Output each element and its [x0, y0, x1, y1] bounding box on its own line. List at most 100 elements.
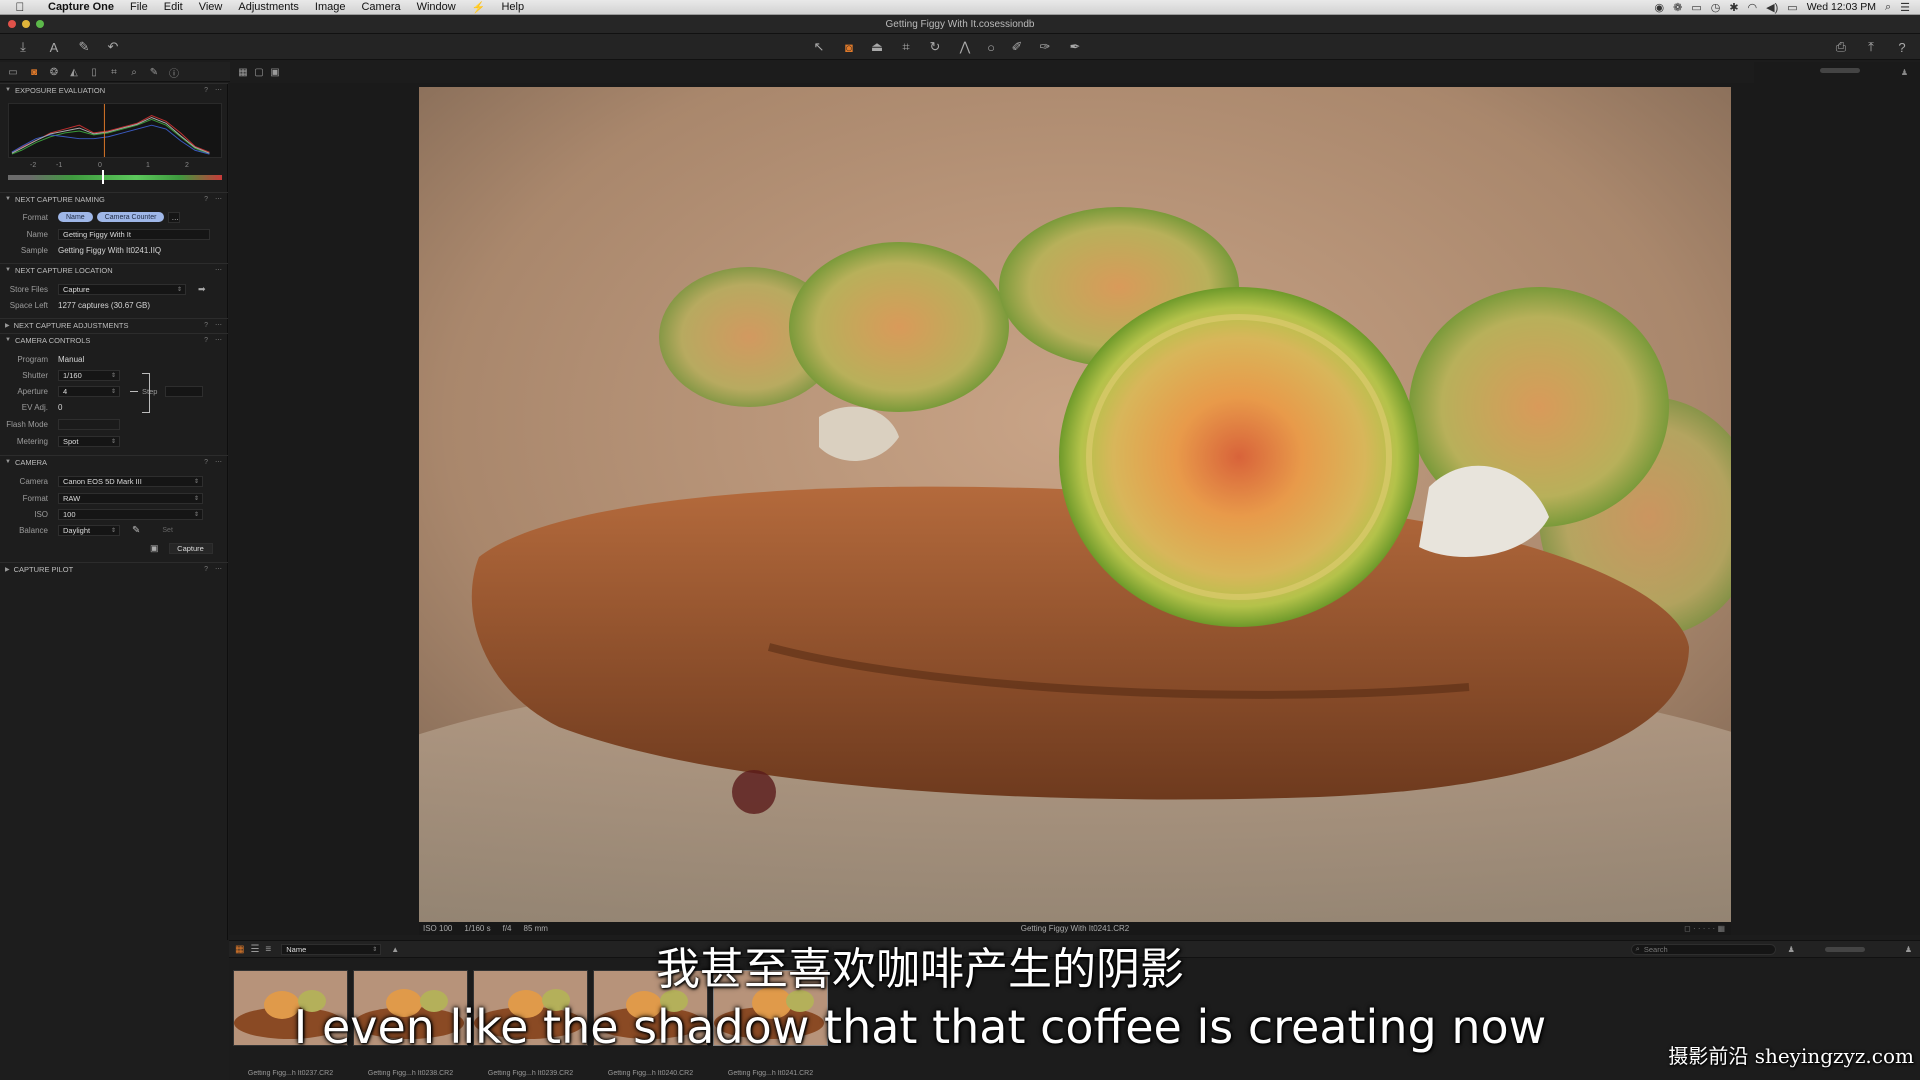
bluetooth-icon[interactable]: ✱ [1729, 1, 1738, 14]
zoom-window-icon[interactable] [36, 20, 44, 28]
print-icon[interactable]: ⎙ [1832, 38, 1850, 56]
user-icon[interactable]: ♟ [1901, 68, 1908, 77]
volume-icon[interactable]: ◀) [1766, 1, 1778, 14]
collapse-triangle-icon[interactable]: ▼ [5, 87, 11, 93]
metering-select[interactable]: Spot ⇕ [58, 435, 120, 447]
main-photo[interactable] [419, 87, 1731, 922]
more-icon[interactable]: ⋯ [215, 321, 222, 329]
white-balance-select[interactable]: Daylight ⇕ [58, 524, 120, 536]
next-capture-naming-header[interactable]: ▼ NEXT CAPTURE NAMING ? ⋯ [0, 192, 228, 205]
text-tool-icon[interactable]: A [45, 38, 63, 56]
status-icon[interactable]: ◉ [1654, 1, 1664, 14]
more-icon[interactable]: ⋯ [215, 86, 222, 94]
more-icon[interactable]: ⋯ [215, 458, 222, 466]
viewer-options-icon[interactable]: ◻ · · · · · ▦ [1684, 924, 1725, 933]
store-files-select[interactable]: Capture ⇕ [58, 283, 186, 295]
next-capture-location-header[interactable]: ▼ NEXT CAPTURE LOCATION ⋯ [0, 263, 228, 276]
menu-window[interactable]: Window [409, 1, 464, 13]
camera-counter-token[interactable]: Camera Counter [96, 212, 165, 222]
aperture-select[interactable]: 4 ⇕ [58, 385, 120, 397]
expand-triangle-icon[interactable]: ▶ [5, 566, 10, 573]
picker-tool-icon[interactable]: ✒ [1066, 38, 1084, 56]
select-cursor-icon[interactable]: ↖ [810, 38, 828, 56]
help-icon[interactable]: ? [204, 459, 208, 466]
camera-select[interactable]: Canon EOS 5D Mark III ⇕ [58, 475, 203, 487]
more-icon[interactable]: ⋯ [215, 266, 222, 274]
minimize-window-icon[interactable] [22, 20, 30, 28]
menu-file[interactable]: File [122, 1, 156, 13]
time-machine-icon[interactable]: ◷ [1711, 1, 1721, 14]
notification-center-icon[interactable]: ☰ [1900, 1, 1910, 14]
color-tab-icon[interactable]: ❂ [47, 65, 61, 79]
camera-format-select[interactable]: RAW ⇕ [58, 492, 203, 504]
help-icon[interactable]: ? [204, 196, 208, 203]
battery-icon[interactable]: ▭ [1787, 1, 1797, 14]
menu-edit[interactable]: Edit [156, 1, 191, 13]
apple-icon[interactable]:  [0, 0, 40, 14]
expand-triangle-icon[interactable]: ▶ [5, 322, 10, 329]
more-icon[interactable]: ⋯ [215, 565, 222, 573]
menu-scripts[interactable]: ⚡ [464, 1, 494, 14]
help-icon[interactable]: ? [204, 322, 208, 329]
format-edit-button[interactable]: … [168, 211, 181, 223]
erase-mask-icon[interactable]: ✑ [1036, 38, 1054, 56]
eyedropper-icon[interactable]: ✎ [132, 525, 140, 536]
single-view-icon[interactable]: ▢ [252, 65, 266, 79]
spot-removal-icon[interactable]: ○ [982, 38, 1000, 56]
composition-tab-icon[interactable]: ⌗ [107, 65, 121, 79]
menu-app-name[interactable]: Capture One [40, 1, 122, 13]
zoom-slider[interactable] [1820, 68, 1860, 73]
menu-camera[interactable]: Camera [353, 1, 408, 13]
help-icon[interactable]: ? [204, 87, 208, 94]
collapse-triangle-icon[interactable]: ▼ [5, 337, 11, 343]
keystone-tool-icon[interactable]: ⋀ [956, 38, 974, 56]
exposure-tab-icon[interactable]: ◭ [67, 65, 81, 79]
more-icon[interactable]: ⋯ [215, 195, 222, 203]
folder-arrow-icon[interactable]: ➡ [198, 284, 206, 295]
sync-icon[interactable]: ❁ [1673, 1, 1682, 14]
iso-select[interactable]: 100 ⇕ [58, 508, 203, 520]
menu-clock[interactable]: Wed 12:03 PM [1807, 1, 1876, 13]
undo-icon[interactable]: ↶ [104, 38, 122, 56]
wifi-icon[interactable]: ◠ [1748, 1, 1758, 14]
brush-tool-icon[interactable]: ✎ [75, 38, 93, 56]
import-icon[interactable]: ⤓ [14, 38, 32, 56]
camera-controls-header[interactable]: ▼ CAMERA CONTROLS ? ⋯ [0, 333, 228, 346]
collapse-triangle-icon[interactable]: ▼ [5, 459, 11, 465]
help-icon[interactable]: ? [204, 337, 208, 344]
user-icon[interactable]: ♟ [1905, 945, 1912, 954]
lens-tab-icon[interactable]: ▯ [87, 65, 101, 79]
set-button[interactable]: Set [162, 527, 173, 534]
menu-view[interactable]: View [191, 1, 231, 13]
menu-image[interactable]: Image [307, 1, 354, 13]
menu-help[interactable]: Help [493, 1, 532, 13]
live-view-icon[interactable]: ▣ [150, 543, 159, 554]
export-icon[interactable]: ⤒ [1862, 38, 1880, 56]
capture-tab-icon[interactable]: ◙ [27, 65, 41, 79]
shutter-select[interactable]: 1/160 ⇕ [58, 369, 120, 381]
capture-button[interactable]: Capture [168, 542, 213, 554]
grid-view-icon[interactable]: ▦ [236, 65, 250, 79]
more-icon[interactable]: ⋯ [215, 336, 222, 344]
close-window-icon[interactable] [8, 20, 16, 28]
loupe-tool-icon[interactable]: ⏏ [868, 38, 886, 56]
multi-view-icon[interactable]: ▣ [268, 65, 282, 79]
next-capture-adjustments-header[interactable]: ▶ NEXT CAPTURE ADJUSTMENTS ? ⋯ [0, 318, 228, 331]
name-token[interactable]: Name [58, 212, 93, 222]
crop-tool-icon[interactable]: ⌗ [897, 38, 915, 56]
flash-mode-select[interactable] [58, 418, 120, 430]
help-icon[interactable]: ? [1893, 38, 1911, 56]
metadata-tab-icon[interactable]: ⓘ [167, 65, 181, 80]
rotate-tool-icon[interactable]: ↻ [926, 38, 944, 56]
collapse-triangle-icon[interactable]: ▼ [5, 196, 11, 202]
draw-mask-icon[interactable]: ✐ [1008, 38, 1026, 56]
name-input[interactable]: Getting Figgy With It [58, 228, 210, 240]
menu-adjustments[interactable]: Adjustments [230, 1, 307, 13]
airplay-icon[interactable]: ▭ [1691, 1, 1701, 14]
camera-capture-icon[interactable]: ◙ [840, 38, 858, 56]
capture-pilot-header[interactable]: ▶ CAPTURE PILOT ? ⋯ [0, 562, 228, 575]
step-select[interactable] [165, 385, 204, 397]
ev-adj-value[interactable]: 0 [58, 403, 62, 412]
exposure-evaluation-header[interactable]: ▼ EXPOSURE EVALUATION ? ⋯ [0, 83, 228, 96]
help-icon[interactable]: ? [204, 566, 208, 573]
